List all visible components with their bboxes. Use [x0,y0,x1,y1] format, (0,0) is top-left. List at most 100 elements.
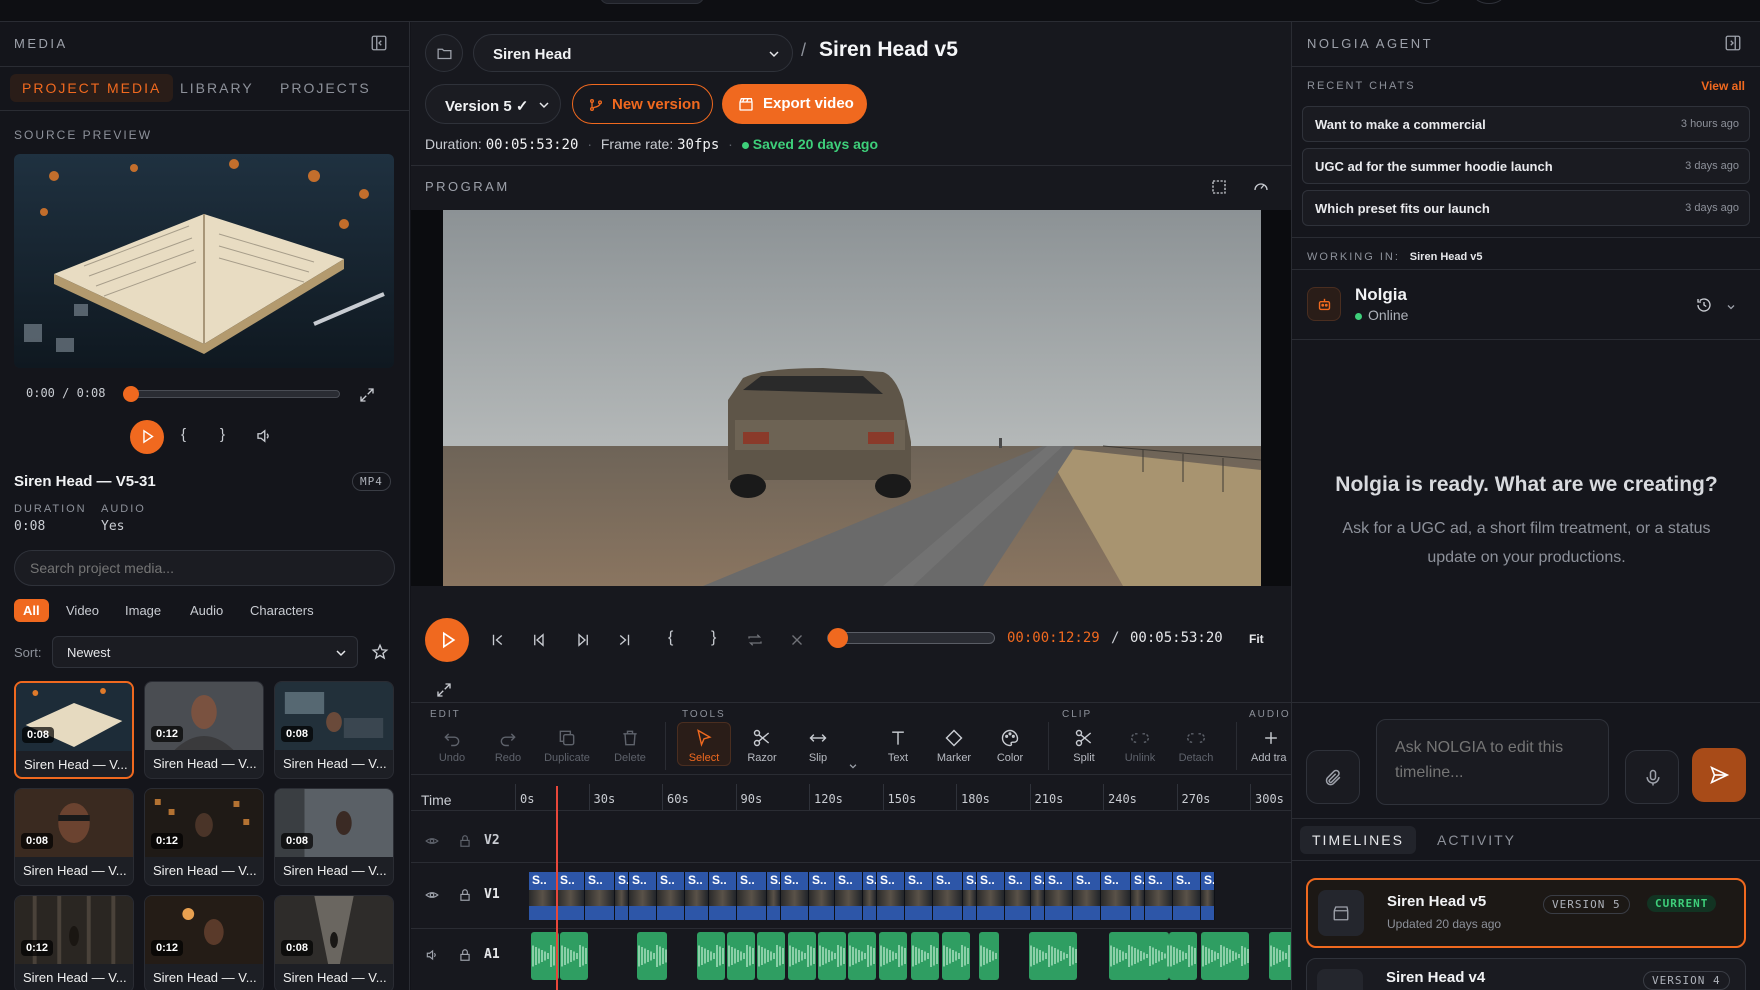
fullscreen-icon[interactable] [435,681,453,702]
audio-clip[interactable] [979,932,999,980]
audio-track-a1[interactable] [529,932,1291,990]
video-clip[interactable]: S.. [877,872,905,920]
audio-clip[interactable] [848,932,876,980]
mark-in-icon[interactable]: { [668,629,673,647]
track-lock-icon[interactable] [458,834,472,851]
audio-clip[interactable] [1269,932,1291,980]
timeline-version-card[interactable]: Siren Head v5 Updated 20 days ago VERSIO… [1306,878,1746,948]
video-clip[interactable]: S.. [1005,872,1031,920]
track-visibility-icon[interactable] [425,834,439,851]
video-clip[interactable]: S.. [685,872,709,920]
tab-timelines[interactable]: TIMELINES [1300,826,1416,854]
media-thumb[interactable]: 0:08 Siren Head — V... [274,895,394,990]
text-tool[interactable]: Text [872,728,924,764]
fit-button[interactable]: Fit [1249,632,1264,646]
video-clip[interactable]: S.. [835,872,863,920]
video-clip[interactable]: S.. [657,872,685,920]
audio-clip[interactable] [1201,932,1249,980]
tools-more-icon[interactable] [848,758,858,769]
video-clip[interactable]: S.. [1045,872,1073,920]
top-avatar-2[interactable] [1474,0,1504,4]
chat-item[interactable]: Which preset fits our launch 3 days ago [1302,190,1750,226]
playhead[interactable] [556,786,559,990]
skip-start-icon[interactable] [489,631,507,652]
chat-item[interactable]: Want to make a commercial 3 hours ago [1302,106,1750,142]
skip-end-icon[interactable] [615,631,633,652]
delete-tool[interactable]: Delete [604,728,656,764]
history-icon[interactable] [1695,296,1713,317]
audio-clip[interactable] [788,932,816,980]
video-clip[interactable]: S.. [1173,872,1201,920]
video-track-v1[interactable]: S.. S.. S.. S.. S.. S.. S.. S.. S.. S.. S.. S.. S.. S… [529,872,1291,920]
search-input[interactable] [14,550,395,586]
view-all-link[interactable]: View all [1701,79,1745,93]
audio-clip[interactable] [531,932,559,980]
timeline-version-card[interactable]: Siren Head v4 VERSION 4 [1306,958,1746,990]
mark-out-icon[interactable]: } [711,629,716,647]
audio-clip[interactable] [727,932,755,980]
tab-activity[interactable]: ACTIVITY [1425,826,1528,854]
export-video-button[interactable]: Export video [722,84,867,124]
agent-input[interactable] [1376,719,1609,805]
media-thumb[interactable]: 0:08 Siren Head — V... [14,788,134,886]
filter-video[interactable]: Video [57,599,108,622]
filter-all[interactable]: All [14,599,49,622]
media-thumb[interactable]: 0:12 Siren Head — V... [14,895,134,990]
mark-out-icon[interactable]: } [220,426,225,443]
video-clip[interactable]: S.. [1031,872,1045,920]
speed-gauge-icon[interactable] [1252,178,1270,199]
track-lock-icon[interactable] [458,948,472,965]
video-clip[interactable]: S.. [905,872,933,920]
safe-area-icon[interactable] [1210,178,1228,199]
volume-icon[interactable] [255,427,273,448]
select-tool[interactable]: Select [678,728,730,764]
unlink-tool[interactable]: Unlink [1114,728,1166,764]
filter-audio[interactable]: Audio [181,599,232,622]
video-clip[interactable]: S.. [1145,872,1173,920]
video-clip[interactable]: S.. [977,872,1005,920]
video-clip[interactable]: S.. [1073,872,1101,920]
clear-marks-icon[interactable] [788,631,806,652]
audio-clip[interactable] [1169,932,1197,980]
new-version-button[interactable]: New version [572,84,713,124]
video-clip[interactable]: S.. [1131,872,1145,920]
audio-clip[interactable] [911,932,939,980]
duplicate-tool[interactable]: Duplicate [541,728,593,764]
video-clip[interactable]: S.. [1201,872,1215,920]
expand-icon[interactable] [358,386,376,407]
video-clip[interactable]: S.. [615,872,629,920]
tab-projects[interactable]: PROJECTS [268,74,383,102]
video-clip[interactable]: S.. [963,872,977,920]
mic-button[interactable] [1625,750,1679,804]
audio-clip[interactable] [697,932,725,980]
video-clip[interactable]: S.. [1101,872,1131,920]
add-track-tool[interactable]: Add tra [1245,728,1291,764]
send-button[interactable] [1692,748,1746,802]
media-thumb[interactable]: 0:12 Siren Head — V... [144,788,264,886]
folder-button[interactable] [425,34,463,72]
filter-image[interactable]: Image [116,599,170,622]
video-clip[interactable]: S.. [709,872,737,920]
preview-play-button[interactable] [130,420,164,454]
project-select[interactable]: Siren Head [473,34,793,72]
chevron-down-icon[interactable] [1725,300,1737,316]
marker-tool[interactable]: Marker [928,728,980,764]
video-clip[interactable]: S.. [809,872,835,920]
slip-tool[interactable]: Slip [792,728,844,764]
audio-clip[interactable] [1109,932,1169,980]
mark-in-icon[interactable]: { [181,426,186,443]
video-clip[interactable]: S.. [767,872,781,920]
track-lock-icon[interactable] [458,888,472,905]
tab-project-media[interactable]: PROJECT MEDIA [10,74,174,102]
audio-clip[interactable] [560,932,588,980]
loop-icon[interactable] [746,631,764,652]
track-audio-icon[interactable] [425,948,439,965]
audio-clip[interactable] [942,932,970,980]
media-thumb[interactable]: 0:12 Siren Head — V... [144,895,264,990]
video-clip[interactable]: S.. [529,872,557,920]
attach-button[interactable] [1306,750,1360,804]
video-clip[interactable]: S.. [863,872,877,920]
razor-tool[interactable]: Razor [736,728,788,764]
video-clip[interactable]: S.. [737,872,767,920]
redo-tool[interactable]: Redo [482,728,534,764]
